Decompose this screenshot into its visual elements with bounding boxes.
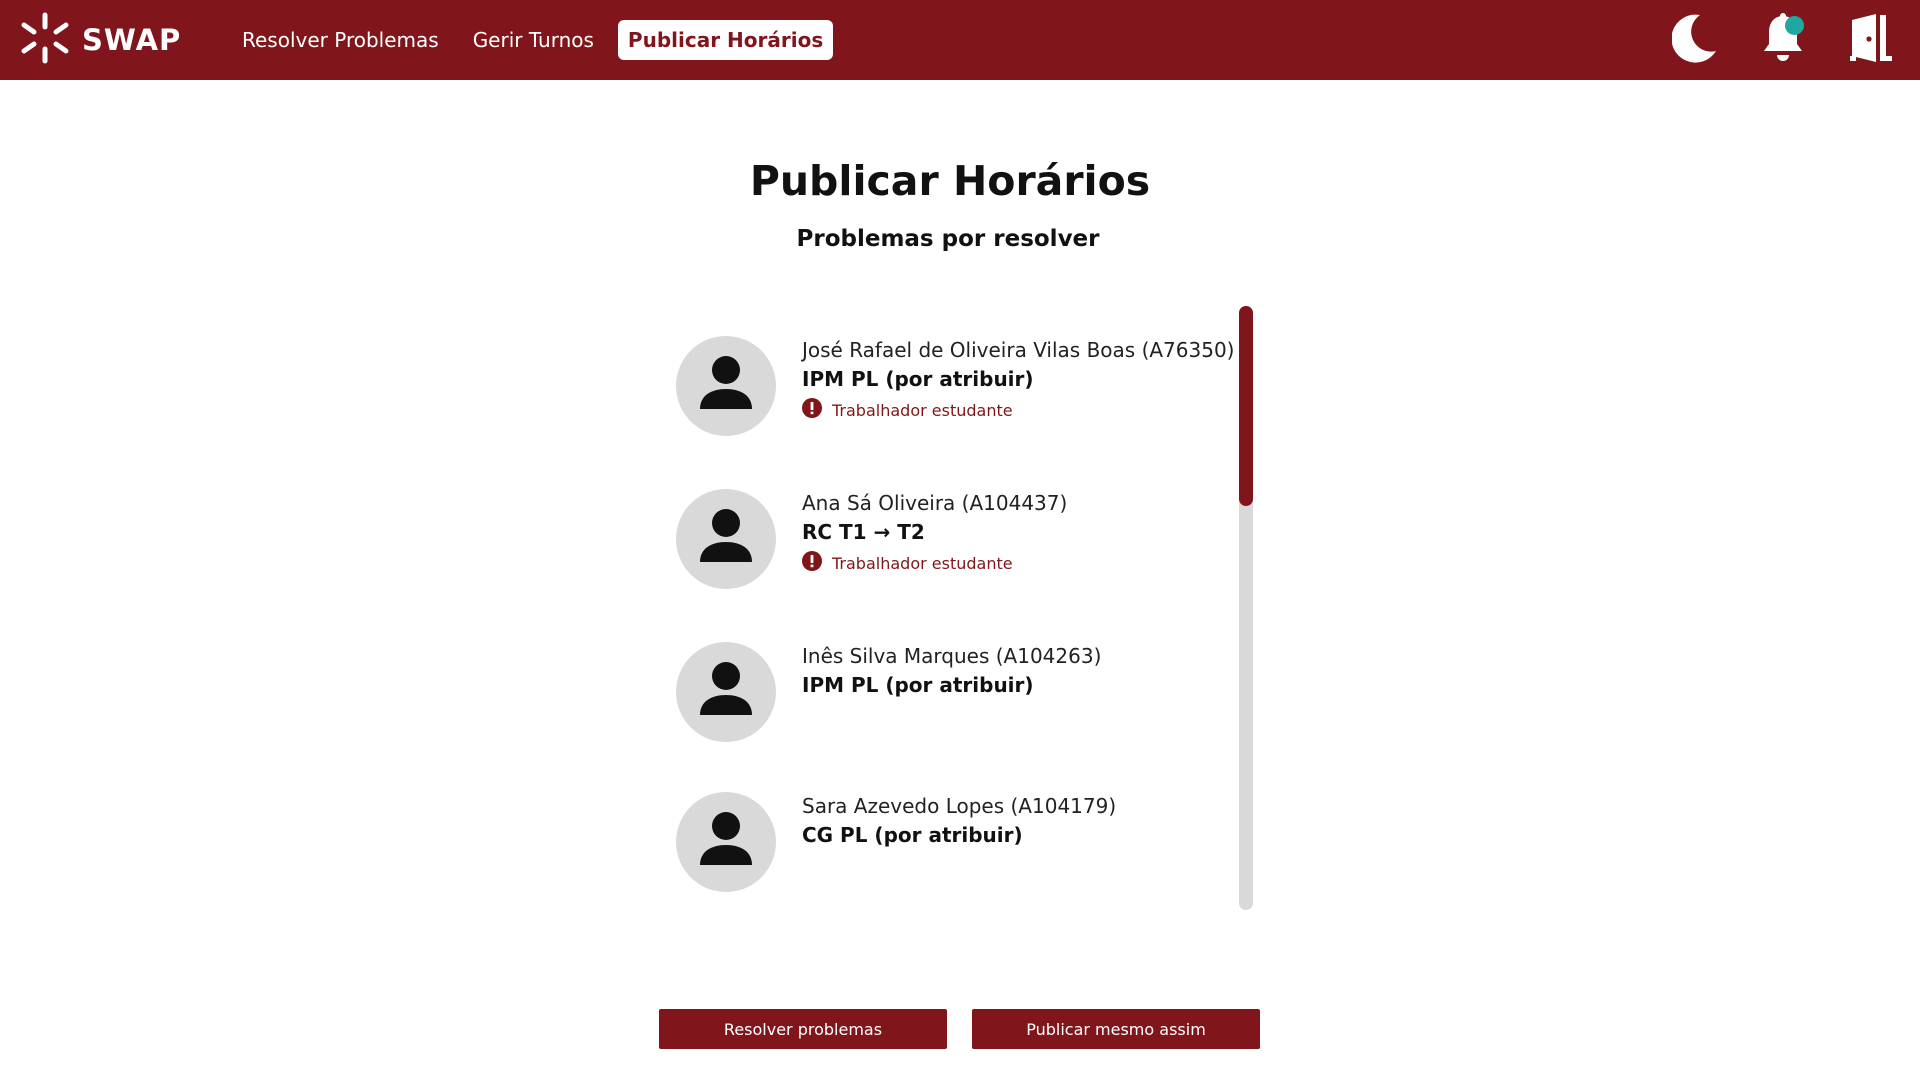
student-name: José Rafael de Oliveira Vilas Boas (A763…	[802, 338, 1235, 362]
user-icon	[698, 811, 754, 873]
user-icon	[698, 661, 754, 723]
warning-tag: Trabalhador estudante	[802, 551, 1232, 575]
warning-text: Trabalhador estudante	[832, 553, 1013, 573]
header-actions	[1670, 0, 1896, 80]
student-name: Inês Silva Marques (A104263)	[802, 644, 1102, 668]
avatar	[676, 336, 776, 436]
problem-info: Ana Sá Oliveira (A104437) RC T1 → T2 Tra…	[802, 489, 1232, 575]
resolve-problems-button[interactable]: Resolver problemas	[659, 1009, 947, 1049]
warning-tag: Trabalhador estudante	[802, 398, 1232, 422]
swap-logo-icon	[20, 12, 70, 68]
problem-detail: IPM PL (por atribuir)	[802, 673, 1034, 697]
scrollbar-thumb[interactable]	[1239, 306, 1253, 506]
problems-list[interactable]: José Rafael de Oliveira Vilas Boas (A763…	[660, 306, 1260, 910]
user-icon	[698, 355, 754, 417]
notifications-button[interactable]	[1758, 13, 1808, 67]
problem-info: José Rafael de Oliveira Vilas Boas (A763…	[802, 336, 1235, 422]
list-item[interactable]: Ana Sá Oliveira (A104437) RC T1 → T2 Tra…	[676, 489, 1236, 599]
list-item[interactable]: Sara Azevedo Lopes (A104179) CG PL (por …	[676, 792, 1236, 902]
top-bar: SWAP Resolver Problemas Gerir Turnos Pub…	[0, 0, 1920, 80]
brand-logo[interactable]: SWAP	[20, 12, 181, 68]
problem-detail: RC T1 → T2	[802, 520, 925, 544]
main-nav: Resolver Problemas Gerir Turnos Publicar…	[232, 0, 834, 80]
page-title: Publicar Horários	[749, 157, 1151, 205]
nav-resolver-problemas[interactable]: Resolver Problemas	[232, 20, 449, 60]
dark-mode-toggle[interactable]	[1670, 13, 1720, 67]
warning-text: Trabalhador estudante	[832, 400, 1013, 420]
problem-detail: CG PL (por atribuir)	[802, 823, 1023, 847]
notification-badge	[1785, 16, 1804, 35]
brand-name: SWAP	[82, 23, 182, 57]
page-subtitle: Problemas por resolver	[796, 226, 1100, 252]
nav-publicar-horarios[interactable]: Publicar Horários	[617, 20, 834, 60]
logout-button[interactable]	[1846, 13, 1896, 67]
problem-detail: IPM PL (por atribuir)	[802, 367, 1034, 391]
logout-door-icon	[1848, 12, 1894, 68]
scrollbar[interactable]	[1239, 306, 1253, 910]
list-item[interactable]: Inês Silva Marques (A104263) IPM PL (por…	[676, 642, 1236, 752]
user-icon	[698, 508, 754, 570]
list-item[interactable]: José Rafael de Oliveira Vilas Boas (A763…	[676, 336, 1236, 446]
avatar	[676, 642, 776, 742]
problem-info: Inês Silva Marques (A104263) IPM PL (por…	[802, 642, 1232, 700]
publish-anyway-button[interactable]: Publicar mesmo assim	[972, 1009, 1260, 1049]
avatar	[676, 489, 776, 589]
alert-icon	[802, 551, 822, 575]
student-name: Ana Sá Oliveira (A104437)	[802, 491, 1068, 515]
student-name: Sara Azevedo Lopes (A104179)	[802, 794, 1117, 818]
moon-icon	[1671, 13, 1718, 67]
nav-gerir-turnos[interactable]: Gerir Turnos	[463, 20, 604, 60]
alert-icon	[802, 398, 822, 422]
problem-info: Sara Azevedo Lopes (A104179) CG PL (por …	[802, 792, 1232, 850]
avatar	[676, 792, 776, 892]
